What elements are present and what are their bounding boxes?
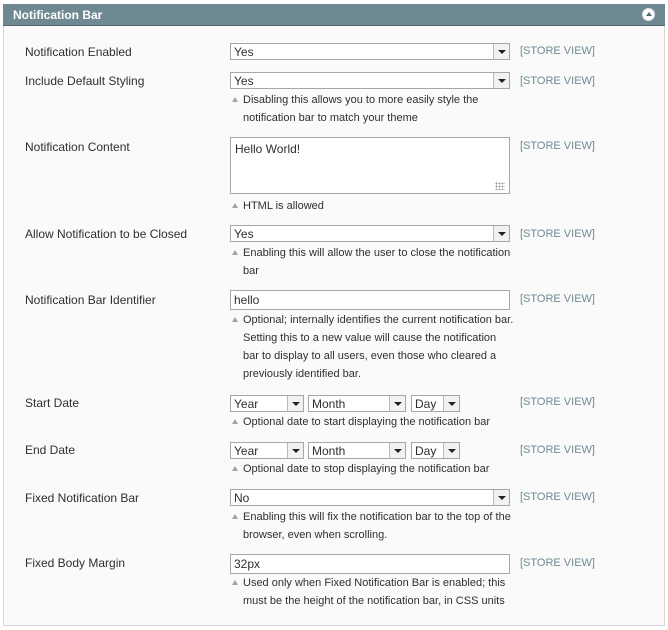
end-date-year-select[interactable]: Year [230, 442, 304, 459]
note-line: Enabling this will allow the user to clo… [243, 247, 511, 259]
start-date-month-value: Month [312, 397, 346, 411]
section-header[interactable]: Notification Bar [3, 4, 665, 26]
note-arrow-icon [232, 203, 238, 208]
note-line: Used only when Fixed Notification Bar is… [243, 577, 506, 589]
end-date-month-select[interactable]: Month [308, 442, 406, 459]
scope-fixed-notification-bar: [STORE VIEW] [520, 491, 595, 503]
end-date-year-value: Year [234, 444, 259, 458]
note-line: browser, even when scrolling. [243, 529, 388, 541]
end-date-month-value: Month [312, 444, 346, 458]
notification-identifier-value: hello [234, 293, 260, 307]
notification-content-value: Hello World! [235, 142, 301, 156]
note-line: Optional date to start displaying the no… [243, 416, 491, 428]
label-notification-enabled: Notification Enabled [25, 45, 132, 59]
scope-end-date: [STORE VIEW] [520, 444, 595, 456]
section-title: Notification Bar [13, 8, 103, 22]
note-arrow-icon [232, 514, 238, 519]
note-line: must be the height of the notification b… [243, 595, 505, 607]
note-line: Optional; internally identifies the curr… [243, 314, 514, 326]
allow-closed-select[interactable]: Yes [230, 225, 510, 242]
label-fixed-notification-bar: Fixed Notification Bar [25, 491, 140, 505]
start-date-year-select[interactable]: Year [230, 395, 304, 412]
chevron-down-icon[interactable] [493, 44, 509, 59]
note-line: notification bar to match your theme [243, 112, 418, 124]
chevron-down-icon[interactable] [389, 443, 405, 458]
chevron-down-icon[interactable] [287, 396, 303, 411]
note-start-date: Optional date to start displaying the no… [243, 413, 518, 431]
fixed-notification-bar-value: No [234, 491, 250, 505]
scope-include-default-styling: [STORE VIEW] [520, 75, 595, 87]
note-line: Enabling this will fix the notification … [243, 511, 511, 523]
notification-content-textarea[interactable]: Hello World! [230, 137, 510, 194]
note-arrow-icon [232, 250, 238, 255]
note-line: bar [243, 265, 259, 277]
chevron-down-icon[interactable] [493, 490, 509, 505]
note-allow-closed: Enabling this will allow the user to clo… [243, 244, 518, 280]
chevron-down-icon[interactable] [389, 396, 405, 411]
note-arrow-icon [232, 317, 238, 322]
chevron-down-icon[interactable] [443, 396, 459, 411]
fixed-body-margin-input[interactable]: 32px [230, 554, 510, 574]
note-arrow-icon [232, 419, 238, 424]
scope-allow-closed: [STORE VIEW] [520, 228, 595, 240]
label-allow-closed: Allow Notification to be Closed [25, 227, 188, 241]
notification-identifier-input[interactable]: hello [230, 290, 510, 310]
fixed-body-margin-value: 32px [234, 557, 261, 571]
note-line: Disabling this allows you to more easily… [243, 94, 479, 106]
end-date-day-value: Day [415, 444, 437, 458]
scope-start-date: [STORE VIEW] [520, 396, 595, 408]
notification-enabled-value: Yes [234, 45, 254, 59]
start-date-day-value: Day [415, 397, 437, 411]
scope-notification-content: [STORE VIEW] [520, 140, 595, 152]
notification-enabled-select[interactable]: Yes [230, 43, 510, 60]
include-default-styling-select[interactable]: Yes [230, 72, 510, 89]
note-fixed-notification-bar: Enabling this will fix the notification … [243, 508, 518, 544]
note-notification-identifier: Optional; internally identifies the curr… [243, 311, 518, 383]
include-default-styling-value: Yes [234, 74, 254, 88]
end-date-day-select[interactable]: Day [411, 442, 460, 459]
scope-notification-identifier: [STORE VIEW] [520, 293, 595, 305]
note-line: Optional date to stop displaying the not… [243, 463, 490, 475]
note-line: previously identified bar. [243, 368, 362, 380]
start-date-month-select[interactable]: Month [308, 395, 406, 412]
label-fixed-body-margin: Fixed Body Margin [25, 556, 126, 570]
note-line: bar to display to all users, even those … [243, 350, 497, 362]
note-line: HTML is allowed [243, 200, 324, 212]
note-notification-content: HTML is allowed [243, 197, 518, 215]
note-fixed-body-margin: Used only when Fixed Notification Bar is… [243, 574, 518, 610]
collapse-icon[interactable] [642, 8, 655, 21]
note-arrow-icon [232, 466, 238, 471]
label-include-default-styling: Include Default Styling [25, 74, 145, 88]
fixed-notification-bar-select[interactable]: No [230, 489, 510, 506]
start-date-day-select[interactable]: Day [411, 395, 460, 412]
label-start-date: Start Date [25, 396, 80, 410]
note-arrow-icon [232, 580, 238, 585]
chevron-down-icon[interactable] [493, 73, 509, 88]
label-end-date: End Date [25, 443, 76, 457]
label-notification-identifier: Notification Bar Identifier [25, 293, 156, 307]
note-include-default-styling: Disabling this allows you to more easily… [243, 91, 518, 127]
allow-closed-value: Yes [234, 227, 254, 241]
chevron-down-icon[interactable] [443, 443, 459, 458]
note-line: Setting this to a new value will cause t… [243, 332, 497, 344]
label-notification-content: Notification Content [25, 140, 130, 154]
scope-notification-enabled: [STORE VIEW] [520, 45, 595, 57]
chevron-down-icon[interactable] [493, 226, 509, 241]
note-end-date: Optional date to stop displaying the not… [243, 460, 518, 478]
resize-grip-icon[interactable] [495, 182, 505, 190]
note-arrow-icon [232, 97, 238, 102]
start-date-year-value: Year [234, 397, 259, 411]
scope-fixed-body-margin: [STORE VIEW] [520, 557, 595, 569]
chevron-down-icon[interactable] [287, 443, 303, 458]
